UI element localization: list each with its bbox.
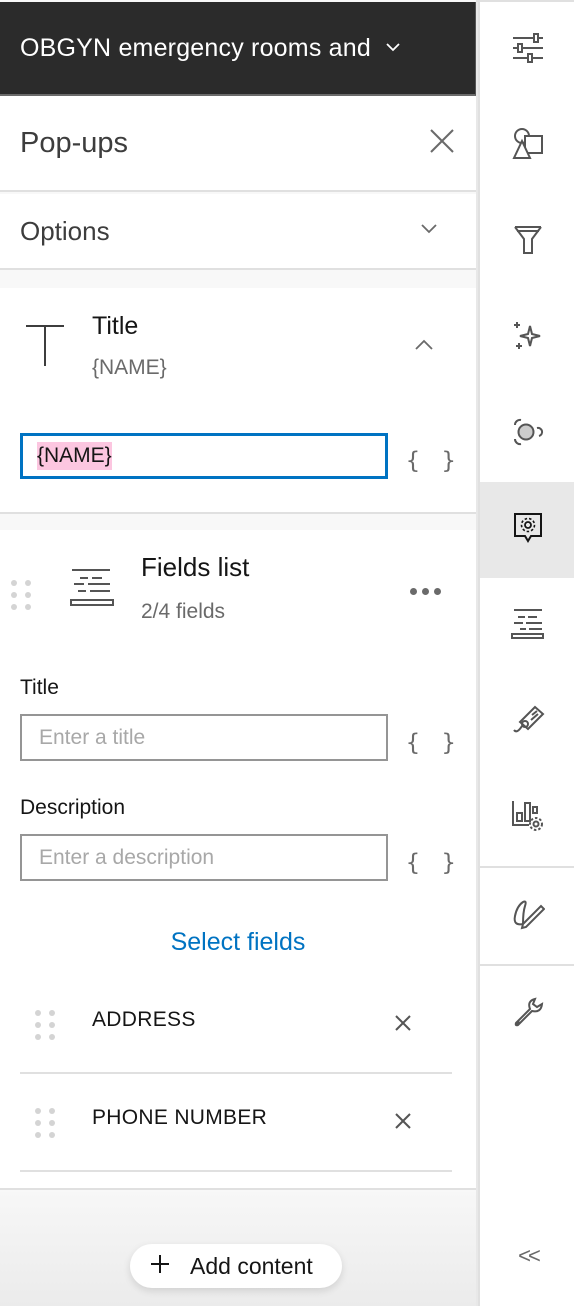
field-row-phone-number: PHONE NUMBER	[20, 1074, 452, 1172]
rail-properties-button[interactable]	[480, 2, 574, 98]
field-name: PHONE NUMBER	[92, 1106, 268, 1129]
text-t-icon	[24, 324, 66, 373]
collapse-panel-button[interactable]: <<	[480, 1226, 574, 1286]
wrench-icon	[511, 996, 545, 1033]
rail-popups-button[interactable]	[480, 482, 574, 578]
rail-filter-button[interactable]	[480, 194, 574, 290]
fields-count: 2/4 fields	[141, 600, 226, 623]
add-content-button[interactable]: Add content	[130, 1244, 342, 1288]
shapes-icon	[511, 127, 545, 166]
title-content-block: Title {NAME} {NAME} { }	[0, 288, 476, 514]
title-heading: Title	[92, 312, 139, 340]
rail-labels-button[interactable]	[480, 674, 574, 770]
chevrons-left-icon: <<	[518, 1243, 541, 1268]
chevron-down-icon	[385, 39, 401, 57]
drag-handle-icon[interactable]	[35, 1108, 55, 1138]
tag-icon	[511, 704, 545, 741]
chevron-up-icon[interactable]	[414, 338, 434, 357]
chart-gear-icon	[511, 799, 545, 838]
close-icon[interactable]	[428, 127, 456, 160]
popups-header: Pop-ups	[0, 96, 476, 192]
layer-config-panel: OBGYN emergency rooms and Pop-ups Option…	[0, 0, 476, 1306]
select-fields-link[interactable]: Select fields	[0, 928, 476, 957]
fields-description-input[interactable]	[20, 834, 388, 881]
rail-clustering-button[interactable]	[480, 386, 574, 482]
pencil-sketch-icon	[511, 898, 546, 935]
drag-handle-icon[interactable]	[11, 580, 31, 610]
sparkles-icon	[512, 320, 544, 357]
drag-handle-icon[interactable]	[35, 1010, 55, 1040]
plus-icon	[150, 1253, 170, 1280]
fields-description-label: Description	[20, 796, 126, 819]
title-expression-input[interactable]: {NAME}	[20, 433, 388, 479]
remove-field-icon[interactable]	[394, 1014, 412, 1037]
cluster-icon	[511, 416, 545, 453]
rail-fields-button[interactable]	[480, 578, 574, 674]
field-row-address: ADDRESS	[20, 976, 452, 1074]
rail-tools-button[interactable]	[480, 966, 574, 1062]
title-summary: {NAME}	[92, 356, 167, 379]
options-section-toggle[interactable]: Options	[0, 194, 476, 270]
add-content-label: Add content	[190, 1252, 313, 1279]
rail-effects-button[interactable]	[480, 290, 574, 386]
rail-sketch-button[interactable]	[480, 868, 574, 964]
chevron-down-icon	[420, 222, 438, 240]
rail-styles-button[interactable]	[480, 98, 574, 194]
title-input-value: {NAME}	[37, 442, 112, 470]
popup-gear-icon	[513, 512, 543, 549]
fields-list-block: Fields list 2/4 fields Title { } Descrip…	[0, 530, 476, 1190]
layer-title: OBGYN emergency rooms and	[20, 33, 371, 62]
insert-expression-button[interactable]: { }	[406, 448, 460, 474]
remove-field-icon[interactable]	[394, 1112, 412, 1135]
fields-list-icon	[511, 608, 545, 645]
fields-title-label: Title	[20, 676, 59, 699]
description-expression-button[interactable]: { }	[406, 850, 460, 876]
settings-rail: <<	[478, 2, 574, 1306]
title-expression-button[interactable]: { }	[406, 730, 460, 756]
options-label: Options	[20, 215, 110, 246]
filter-icon	[513, 225, 543, 260]
fields-list-icon	[70, 568, 116, 615]
ellipsis-icon[interactable]	[410, 588, 441, 595]
layer-title-dropdown[interactable]: OBGYN emergency rooms and	[0, 2, 476, 96]
rail-charts-button[interactable]	[480, 770, 574, 866]
fields-title-input[interactable]	[20, 714, 388, 761]
sliders-icon	[512, 32, 544, 68]
fields-list-heading: Fields list	[141, 552, 250, 582]
field-name: ADDRESS	[92, 1008, 196, 1031]
panel-title: Pop-ups	[20, 126, 129, 159]
